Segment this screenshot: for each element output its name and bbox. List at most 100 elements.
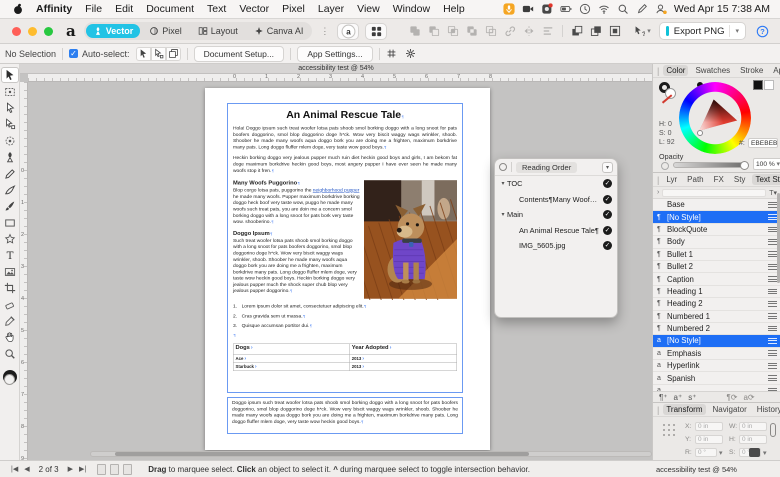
settings-gear-icon[interactable] (405, 48, 416, 59)
show-text-styles-icon[interactable]: T▾ (769, 189, 777, 197)
primary-swatch[interactable] (753, 80, 763, 90)
document-tab[interactable]: accessibility test @ 54% (20, 64, 652, 74)
window-zoom-button[interactable] (44, 26, 53, 36)
reapply-character-style-icon[interactable]: a⟳ (743, 393, 754, 402)
reading-order-tab[interactable]: Reading Order (516, 161, 578, 173)
link-dimensions-icon[interactable] (770, 423, 776, 437)
export-caret-icon[interactable]: ▾ (735, 27, 739, 35)
vector-brush-tool[interactable] (1, 182, 19, 198)
horizontal-scrollbar[interactable] (90, 451, 652, 457)
reading-order-panel[interactable]: Reading Order ▾ ▾ TOC ✓ Contents¶Many Woofs… (494, 158, 618, 318)
reading-order-item[interactable]: ▾ TOC ✓ (495, 176, 617, 192)
style-menu-icon[interactable] (768, 386, 777, 391)
styles-filter-input[interactable] (662, 188, 767, 197)
transform-tab-navigator[interactable]: Navigator (710, 404, 750, 415)
help-button[interactable]: ? (754, 23, 770, 39)
add-page-button[interactable] (97, 463, 107, 475)
reapply-paragraph-style-icon[interactable]: ¶⟳ (726, 393, 737, 402)
app-settings-button[interactable]: App Settings... (296, 45, 373, 62)
style-menu-icon[interactable] (768, 287, 777, 296)
style-row-bullet2[interactable]: ¶ Bullet 2 (653, 260, 780, 274)
persona-tab-layout[interactable]: Layout (191, 24, 245, 38)
avatar-button[interactable]: a (337, 22, 360, 40)
new-group-style-icon[interactable]: s⁺ (688, 393, 696, 402)
autoselect-node-icon[interactable] (150, 46, 166, 61)
transform-input-h[interactable]: 0 in (739, 435, 767, 444)
menu-layer[interactable]: Layer (318, 3, 344, 15)
transform-mode-caret[interactable]: ▾ (763, 449, 767, 457)
panel-preset-icon[interactable] (499, 163, 507, 171)
clock-icon[interactable] (579, 3, 591, 15)
style-row-numbered1[interactable]: ¶ Numbered 1 (653, 310, 780, 323)
table-cell[interactable]: Year Adopted› (349, 343, 457, 355)
zoom-tool[interactable] (1, 346, 19, 362)
transform-tab-transform[interactable]: Transform (663, 404, 706, 415)
export-png-button[interactable]: Export PNG ▾ (658, 22, 746, 40)
style-menu-icon[interactable] (768, 374, 777, 383)
style-row-spanish[interactable]: a Spanish (653, 372, 780, 385)
opacity-well[interactable] (661, 162, 669, 170)
style-menu-icon[interactable] (768, 250, 777, 259)
app-badge-icon[interactable] (541, 3, 553, 15)
fill-stroke-indicator[interactable] (2, 370, 18, 388)
menu-document[interactable]: Document (146, 3, 194, 15)
first-page-button[interactable]: |◀ (11, 465, 18, 473)
camera-icon[interactable] (522, 3, 534, 15)
menu-help[interactable]: Help (443, 3, 465, 15)
transform-input-w[interactable]: 0 in (739, 422, 767, 431)
color-tab-swatches[interactable]: Swatches (692, 65, 733, 76)
shape-tool[interactable] (1, 231, 19, 247)
menu-file[interactable]: File (85, 3, 102, 15)
autoselect-object-icon[interactable] (135, 46, 151, 61)
move-tool[interactable] (0, 67, 19, 84)
node-tool[interactable] (1, 100, 19, 116)
style-menu-icon[interactable] (768, 225, 777, 234)
microphone-icon[interactable] (503, 3, 515, 15)
document-setup-button[interactable]: Document Setup... (193, 45, 284, 62)
insert-on-top-icon[interactable] (588, 23, 604, 39)
menu-text[interactable]: Text (207, 3, 226, 15)
dropdown-caret-icon[interactable]: ▾ (719, 449, 723, 457)
hex-input[interactable]: EBEBEB (748, 138, 778, 148)
style-menu-icon[interactable] (768, 275, 777, 284)
autoselect-checkbox[interactable]: ✓ (69, 49, 79, 58)
transform-mode-icon[interactable] (749, 448, 760, 457)
text-tool[interactable]: T (1, 247, 19, 263)
menu-vector[interactable]: Vector (239, 3, 269, 15)
search-icon[interactable] (617, 3, 629, 15)
paint-brush-tool[interactable] (1, 198, 19, 214)
styles-tab-fx[interactable]: FX (711, 174, 727, 185)
opacity-slider[interactable] (673, 161, 749, 170)
styles-tab-path[interactable]: Path (684, 174, 706, 185)
panel-menu-button[interactable]: ▾ (602, 161, 613, 173)
menu-view[interactable]: View (357, 3, 380, 15)
next-page-button[interactable]: ▶ (68, 465, 73, 473)
style-menu-icon[interactable] (768, 300, 777, 309)
insert-behind-icon[interactable] (569, 23, 585, 39)
color-picker-tool[interactable] (1, 313, 19, 329)
transform-tab-history[interactable]: History (754, 404, 780, 415)
battery-icon[interactable] (560, 3, 572, 15)
dog-photo[interactable] (364, 179, 457, 301)
style-row-numbered2[interactable]: ¶ Numbered 2 (653, 322, 780, 336)
transform-input-r[interactable]: 0 ° (695, 448, 717, 457)
apps-grid-button[interactable] (365, 22, 388, 40)
apple-menu-icon[interactable] (10, 1, 26, 17)
pencil-tool[interactable] (1, 165, 19, 181)
window-minimize-button[interactable] (28, 26, 37, 36)
check-icon[interactable]: ✓ (603, 210, 612, 220)
chevron-down-icon[interactable]: ▾ (499, 211, 507, 218)
table-cell[interactable]: Ace› (232, 354, 350, 363)
table-cell[interactable]: Dogs› (232, 343, 350, 355)
reading-order-item[interactable]: ▾ Main ✓ (495, 207, 617, 223)
persona-tab-vector[interactable]: Vector (85, 24, 141, 38)
corner-tool[interactable] (1, 133, 19, 149)
style-menu-icon[interactable] (768, 238, 777, 247)
marquee-tool[interactable] (1, 83, 19, 99)
style-row-bullet1[interactable]: ¶ Bullet 1 (653, 248, 780, 261)
style-row-heading2[interactable]: ¶ Heading 2 (653, 298, 780, 311)
crop-tool[interactable] (1, 280, 19, 296)
pencil-icon[interactable] (636, 3, 648, 15)
autoselect-layer-icon[interactable] (165, 46, 181, 61)
page-indicator[interactable]: 2 of 3 (39, 465, 59, 474)
